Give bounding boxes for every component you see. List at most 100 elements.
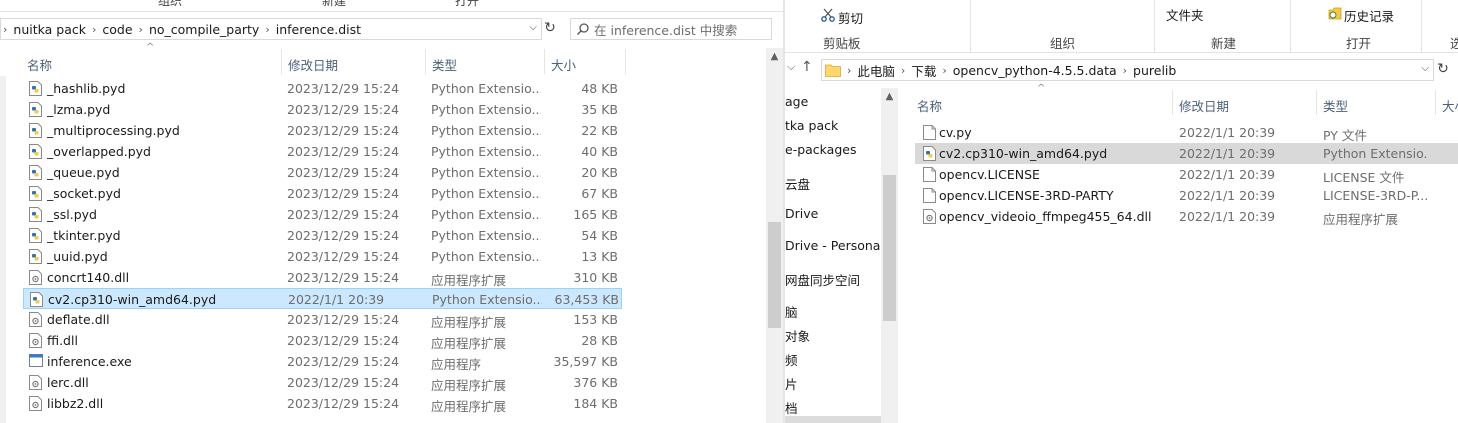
column-header-date[interactable]: 修改日期	[1179, 96, 1229, 115]
file-type: LICENSE 文件	[1323, 170, 1405, 185]
file-size: 2	[1448, 209, 1458, 224]
file-size: 153 KB	[573, 312, 618, 327]
nav-item[interactable]: age	[785, 94, 808, 109]
file-row[interactable]: _tkinter.pyd 2023/12/29 15:24 Python Exten…	[23, 225, 622, 246]
file-row[interactable]: concrt140.dll 2023/12/29 15:24 应用程序扩展 310 K…	[23, 267, 622, 288]
clipboard-group-label: 剪贴板	[823, 36, 861, 51]
generic-file-icon	[923, 167, 936, 182]
address-bar[interactable]: › 此电脑 › 下载 › opencv_python-4.5.5.data › …	[821, 59, 1434, 81]
nav-item[interactable]: 对象	[785, 326, 810, 345]
scrollbar-thumb[interactable]	[883, 175, 896, 321]
file-row[interactable]: _overlapped.pyd 2023/12/29 15:24 Python Ex…	[23, 141, 622, 162]
breadcrumb-item[interactable]: no_compile_party	[143, 22, 265, 37]
file-row[interactable]: ffi.dll 2023/12/29 15:24 应用程序扩展 28 KB	[23, 330, 622, 351]
nav-item[interactable]: e-packages	[785, 142, 856, 157]
cut-button[interactable]: 剪切	[838, 8, 863, 27]
file-type: 应用程序扩展	[431, 315, 507, 330]
new-group-label: 新建	[1211, 36, 1237, 51]
search-icon	[577, 23, 589, 35]
column-header-date[interactable]: 修改日期	[288, 55, 338, 74]
column-header-name[interactable]: 名称	[27, 55, 52, 74]
file-type: Python Extensio...	[431, 81, 541, 96]
file-date: 2022/1/1 20:39	[1179, 209, 1276, 224]
column-header-type[interactable]: 类型	[432, 55, 457, 74]
file-row[interactable]: _multiprocessing.pyd 2023/12/29 15:24 Pyth…	[23, 120, 622, 141]
scrollbar-thumb[interactable]	[768, 222, 781, 328]
nav-item[interactable]: tka pack	[785, 118, 838, 133]
breadcrumb-item[interactable]: opencv_python-4.5.5.data	[947, 63, 1123, 78]
file-row[interactable]: cv.py 2022/1/1 20:39 PY 文件	[915, 122, 1458, 143]
file-row[interactable]: _lzma.pyd 2023/12/29 15:24 Python Extensio…	[23, 99, 622, 120]
nav-item[interactable]: Drive	[785, 206, 818, 221]
python-file-icon	[29, 228, 42, 243]
address-dropdown-icon[interactable]: ⌵	[1421, 63, 1429, 74]
nav-item[interactable]: 云盘	[785, 174, 810, 193]
breadcrumb-item[interactable]: nuitka pack	[7, 22, 92, 37]
address-dropdown-icon[interactable]: ⌵	[529, 22, 537, 33]
nav-pane-edge	[0, 76, 6, 423]
file-row[interactable]: _ssl.pyd 2023/12/29 15:24 Python Extensio.…	[23, 204, 622, 225]
nav-item[interactable]: 片	[785, 374, 798, 393]
refresh-icon[interactable]: ↻	[1435, 61, 1451, 79]
organize-group-label: 组织	[1050, 36, 1076, 51]
sort-ascending-icon: ^	[146, 42, 155, 53]
file-row[interactable]: _socket.pyd 2023/12/29 15:24 Python Extens…	[23, 183, 622, 204]
column-header-name[interactable]: 名称	[917, 96, 942, 115]
scroll-up-icon[interactable]: ▲	[881, 88, 898, 105]
breadcrumb-item[interactable]: 下载	[905, 61, 942, 80]
breadcrumb-item[interactable]: inference.dist	[270, 22, 367, 37]
nav-item[interactable]: 网盘同步空间	[785, 270, 860, 289]
file-size: 35 KB	[581, 102, 618, 117]
file-name: deflate.dll	[47, 312, 110, 327]
sort-ascending-icon: ^	[1037, 83, 1046, 94]
file-type: Python Extensio...	[431, 123, 541, 138]
file-size: 310 KB	[573, 270, 618, 285]
file-date: 2023/12/29 15:24	[287, 375, 400, 390]
column-header-type[interactable]: 类型	[1323, 96, 1348, 115]
address-bar[interactable]: › nuitka pack › code › no_compile_party …	[0, 18, 542, 40]
search-input[interactable]: 在 inference.dist 中搜索	[570, 18, 772, 40]
breadcrumb-item[interactable]: 此电脑	[851, 61, 901, 80]
file-row[interactable]: _hashlib.pyd 2023/12/29 15:24 Python Exten…	[23, 78, 622, 99]
file-row[interactable]: _queue.pyd 2023/12/29 15:24 Python Extensi…	[23, 162, 622, 183]
file-size: 63,453 KB	[554, 292, 619, 307]
file-size: 20 KB	[581, 165, 618, 180]
nav-item[interactable]: 脑	[785, 302, 798, 321]
nav-item[interactable]: 档	[785, 398, 798, 417]
file-name: _socket.pyd	[47, 186, 121, 201]
up-arrow-icon[interactable]: ↑	[801, 59, 813, 75]
file-date: 2023/12/29 15:24	[287, 333, 400, 348]
file-row[interactable]: opencv_videoio_ffmpeg455_64.dll 2022/1/1 …	[915, 206, 1458, 227]
file-size: 28 KB	[581, 333, 618, 348]
breadcrumb-item[interactable]: code	[96, 22, 138, 37]
history-button[interactable]: 历史记录	[1344, 6, 1394, 25]
breadcrumb-item[interactable]: purelib	[1127, 63, 1182, 78]
file-row[interactable]: opencv.LICENSE-3RD-PARTY 2022/1/1 20:39 LI…	[915, 185, 1458, 206]
file-row[interactable]: cv2.cp310-win_amd64.pyd 2022/1/1 20:39 Pyt…	[915, 143, 1458, 164]
file-row[interactable]: opencv.LICENSE 2022/1/1 20:39 LICENSE 文件	[915, 164, 1458, 185]
scroll-up-icon[interactable]: ▲	[766, 48, 783, 65]
file-size: 13 KB	[581, 249, 618, 264]
nav-item[interactable]: Drive - Personal	[785, 238, 884, 253]
file-row[interactable]: inference.exe 2023/12/29 15:24 应用程序 35,597 …	[23, 351, 622, 372]
nav-item[interactable]: 频	[785, 350, 798, 369]
file-type: 应用程序扩展	[431, 378, 507, 393]
file-row[interactable]: cv2.cp310-win_amd64.pyd 2022/1/1 20:39 Pyt…	[23, 288, 622, 309]
refresh-icon[interactable]: ↻	[542, 20, 558, 38]
file-date: 2023/12/29 15:24	[287, 102, 400, 117]
file-row[interactable]: deflate.dll 2023/12/29 15:24 应用程序扩展 153 KB	[23, 309, 622, 330]
recent-locations-icon[interactable]: ⌵	[787, 60, 795, 74]
column-header-size[interactable]: 大小	[1442, 96, 1458, 115]
column-header-size[interactable]: 大小	[551, 55, 576, 74]
file-row[interactable]: lerc.dll 2023/12/29 15:24 应用程序扩展 376 KB	[23, 372, 622, 393]
new-folder-button[interactable]: 文件夹	[1166, 5, 1204, 24]
file-size: 54 KB	[581, 228, 618, 243]
file-date: 2022/1/1 20:39	[1179, 167, 1276, 182]
file-date: 2023/12/29 15:24	[287, 207, 400, 222]
file-row[interactable]: libbz2.dll 2023/12/29 15:24 应用程序扩展 184 KB	[23, 393, 622, 414]
python-file-icon	[29, 186, 42, 201]
file-type: Python Extensio...	[432, 292, 542, 307]
file-row[interactable]: _uuid.pyd 2023/12/29 15:24 Python Extensio…	[23, 246, 622, 267]
file-name: _uuid.pyd	[47, 249, 108, 264]
dll-file-icon	[923, 209, 936, 224]
